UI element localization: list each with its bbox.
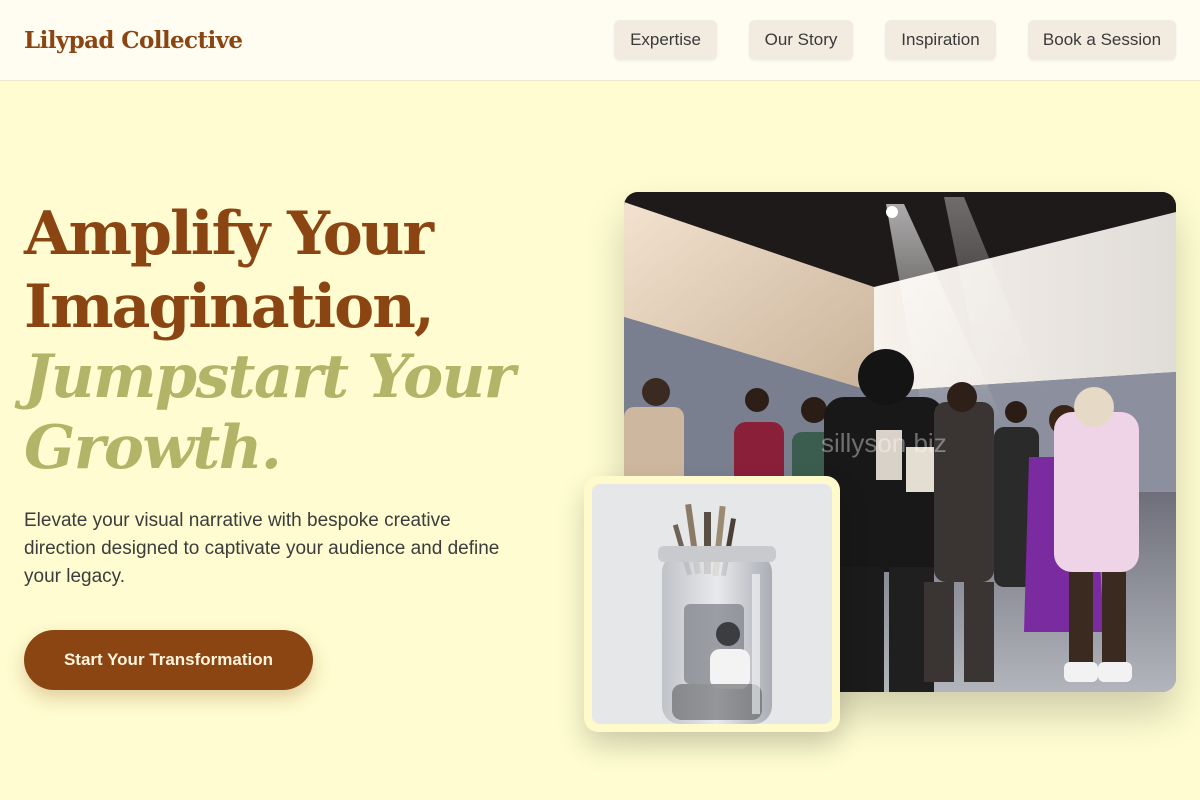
inset-photo-frame <box>584 476 840 732</box>
nav-book-session-button[interactable]: Book a Session <box>1028 20 1176 60</box>
hero-title-line-2: Imagination, <box>24 272 435 342</box>
site-header: Lilypad Collective Expertise Our Story I… <box>0 0 1200 81</box>
start-transformation-button[interactable]: Start Your Transformation <box>24 630 313 690</box>
nav-our-story-button[interactable]: Our Story <box>749 20 853 60</box>
brand-logo[interactable]: Lilypad Collective <box>24 24 243 58</box>
inset-photo <box>592 484 832 724</box>
hero-description: Elevate your visual narrative with bespo… <box>24 510 500 587</box>
hero-title-line-1: Amplify Your <box>24 199 434 269</box>
hero-accent-line-1: Jumpstart Your <box>24 342 515 412</box>
nav-inspiration-button[interactable]: Inspiration <box>885 20 996 60</box>
jar-of-brushes-illustration <box>592 484 832 724</box>
nav-expertise-button[interactable]: Expertise <box>614 20 717 60</box>
hero-accent-line-2: Growth. <box>24 413 282 483</box>
hero-title: Amplify Your Imagination, <box>24 198 584 344</box>
hero-accent-title: Jumpstart Your Growth. <box>24 342 604 484</box>
image-watermark: sillyson biz <box>821 428 947 458</box>
